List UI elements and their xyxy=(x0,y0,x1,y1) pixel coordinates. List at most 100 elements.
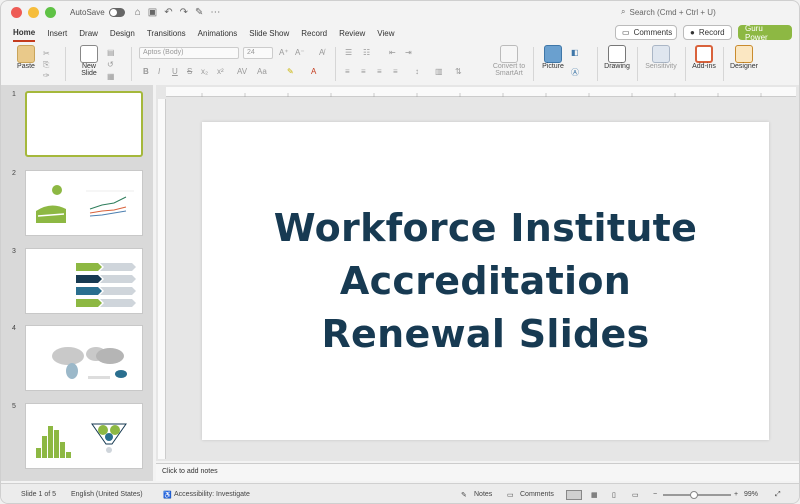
paste-button[interactable]: Paste xyxy=(11,45,41,70)
superscript-icon[interactable]: x² xyxy=(217,67,224,76)
notes-toggle[interactable]: Notes xyxy=(474,491,492,498)
tab-slide-show[interactable]: Slide Show xyxy=(249,26,289,41)
tab-insert[interactable]: Insert xyxy=(47,26,67,41)
record-button[interactable]: ● Record xyxy=(683,25,732,40)
addins-icon xyxy=(695,45,713,63)
line-spacing-icon[interactable]: ↕ xyxy=(415,67,419,76)
search-box[interactable]: ⌕ Search (Cmd + Ctrl + U) xyxy=(621,7,716,17)
zoom-out-icon[interactable]: − xyxy=(653,491,657,498)
accessibility-status[interactable]: Accessibility: Investigate xyxy=(174,491,250,498)
bullets-icon[interactable]: ☰ xyxy=(345,48,352,57)
ribbon-separator xyxy=(335,47,336,81)
slideshow-icon[interactable]: ▭ xyxy=(632,491,639,499)
decrease-indent-icon[interactable]: ⇤ xyxy=(389,48,396,57)
normal-view-button[interactable] xyxy=(566,490,582,500)
columns-icon[interactable]: ▥ xyxy=(435,67,443,76)
textbox-icon[interactable]: Ⓐ xyxy=(571,67,579,78)
notes-pane[interactable]: Click to add notes xyxy=(156,463,799,481)
slide-title-line-2: Accreditation xyxy=(339,258,632,303)
autosave-control[interactable]: AutoSave xyxy=(70,7,125,17)
slide-number: 5 xyxy=(12,403,16,410)
tab-view[interactable]: View xyxy=(377,26,394,41)
tab-record[interactable]: Record xyxy=(301,26,327,41)
justify-icon[interactable]: ≡ xyxy=(393,67,398,76)
slide-thumbnail-3[interactable] xyxy=(25,248,143,314)
farm-chart-thumbnail-graphic xyxy=(36,185,134,223)
subscript-icon[interactable]: x₂ xyxy=(201,67,208,76)
change-case-icon[interactable]: Aa xyxy=(257,67,267,76)
copy-icon[interactable]: ⎘ xyxy=(43,60,49,70)
cut-icon[interactable]: ✂ xyxy=(43,49,50,58)
layout-icon[interactable]: ▤ xyxy=(107,48,115,57)
decrease-font-icon[interactable]: A⁻ xyxy=(295,48,305,57)
strikethrough-icon[interactable]: S xyxy=(187,67,192,76)
drawing-button[interactable]: Drawing xyxy=(603,45,631,70)
autosave-toggle[interactable] xyxy=(108,7,125,17)
align-center-icon[interactable]: ≡ xyxy=(361,67,366,76)
comments-icon: ▭ xyxy=(507,492,514,499)
format-painter-icon[interactable]: ✑ xyxy=(43,71,50,80)
home-icon[interactable]: ⌂ xyxy=(135,7,141,18)
ribbon-separator xyxy=(723,47,724,81)
picture-button[interactable]: Picture xyxy=(539,45,567,70)
slide-thumbnail-4[interactable] xyxy=(25,325,143,391)
current-slide-canvas[interactable]: Workforce Institute Accreditation Renewa… xyxy=(202,122,769,440)
designer-icon xyxy=(735,45,753,63)
zoom-in-icon[interactable]: + xyxy=(734,491,738,498)
close-window-button[interactable] xyxy=(11,6,22,18)
tab-transitions[interactable]: Transitions xyxy=(147,26,186,41)
font-size-select[interactable]: 24 xyxy=(243,47,273,59)
highlight-icon[interactable]: ✎ xyxy=(287,67,294,76)
zoom-slider-handle[interactable] xyxy=(690,491,698,499)
addins-button[interactable]: Add-ins xyxy=(691,45,717,70)
reading-view-icon[interactable]: ▯ xyxy=(612,491,616,499)
more-icon[interactable]: ⋯ xyxy=(210,7,220,18)
increase-font-icon[interactable]: A⁺ xyxy=(279,48,289,57)
slide-thumbnail-1[interactable] xyxy=(25,91,143,157)
bold-icon[interactable]: B xyxy=(143,67,149,76)
character-spacing-icon[interactable]: AV xyxy=(237,67,247,76)
increase-indent-icon[interactable]: ⇥ xyxy=(405,48,412,57)
smartart-icon xyxy=(500,45,518,63)
designer-button[interactable]: Designer xyxy=(729,45,759,70)
minimize-window-button[interactable] xyxy=(28,6,39,18)
slide-thumbnail-2[interactable] xyxy=(25,170,143,236)
slide-thumbnail-5[interactable] xyxy=(25,403,143,469)
fit-to-window-icon[interactable]: ⤢ xyxy=(775,491,781,499)
zoom-level[interactable]: 99% xyxy=(744,491,758,498)
italic-icon[interactable]: I xyxy=(158,67,160,76)
underline-icon[interactable]: U xyxy=(172,67,178,76)
customize-icon[interactable]: ✎ xyxy=(195,7,203,18)
zoom-window-button[interactable] xyxy=(45,6,56,18)
shapes-icon[interactable]: ◧ xyxy=(571,48,579,57)
guru-power-button[interactable]: Guru Power xyxy=(738,24,792,42)
slide-sorter-icon[interactable]: ▦ xyxy=(591,491,598,499)
language-indicator[interactable]: English (United States) xyxy=(71,491,143,498)
numbering-icon[interactable]: ☷ xyxy=(363,48,370,57)
font-name-select[interactable]: Aptos (Body) xyxy=(139,47,239,59)
designer-label: Designer xyxy=(729,63,758,70)
sensitivity-button[interactable]: Sensitivity xyxy=(643,45,679,70)
align-left-icon[interactable]: ≡ xyxy=(345,67,350,76)
comments-toggle[interactable]: Comments xyxy=(520,491,554,498)
section-icon[interactable]: ▦ xyxy=(107,72,115,81)
redo-icon[interactable]: ↷ xyxy=(180,7,188,18)
align-right-icon[interactable]: ≡ xyxy=(377,67,382,76)
comments-button[interactable]: ▭ Comments xyxy=(615,25,677,40)
tab-animations[interactable]: Animations xyxy=(198,26,238,41)
reset-icon[interactable]: ↺ xyxy=(107,60,114,69)
tab-draw[interactable]: Draw xyxy=(79,26,98,41)
tab-home[interactable]: Home xyxy=(13,25,36,42)
slide-number: 2 xyxy=(12,170,16,177)
tab-review[interactable]: Review xyxy=(339,26,365,41)
save-icon[interactable]: ▣ xyxy=(148,7,157,18)
slide-title-textbox[interactable]: Workforce Institute Accreditation Renewa… xyxy=(274,202,697,361)
font-color-icon[interactable]: A xyxy=(311,67,316,76)
text-direction-icon[interactable]: ⇅ xyxy=(455,67,462,76)
undo-icon[interactable]: ↶ xyxy=(164,7,172,18)
tab-design[interactable]: Design xyxy=(110,26,135,41)
new-slide-button[interactable]: New Slide xyxy=(77,45,101,77)
convert-smartart-button[interactable]: Convert to SmartArt xyxy=(487,45,531,77)
picture-icon xyxy=(544,45,562,63)
clear-format-icon[interactable]: A̸ xyxy=(319,48,324,57)
